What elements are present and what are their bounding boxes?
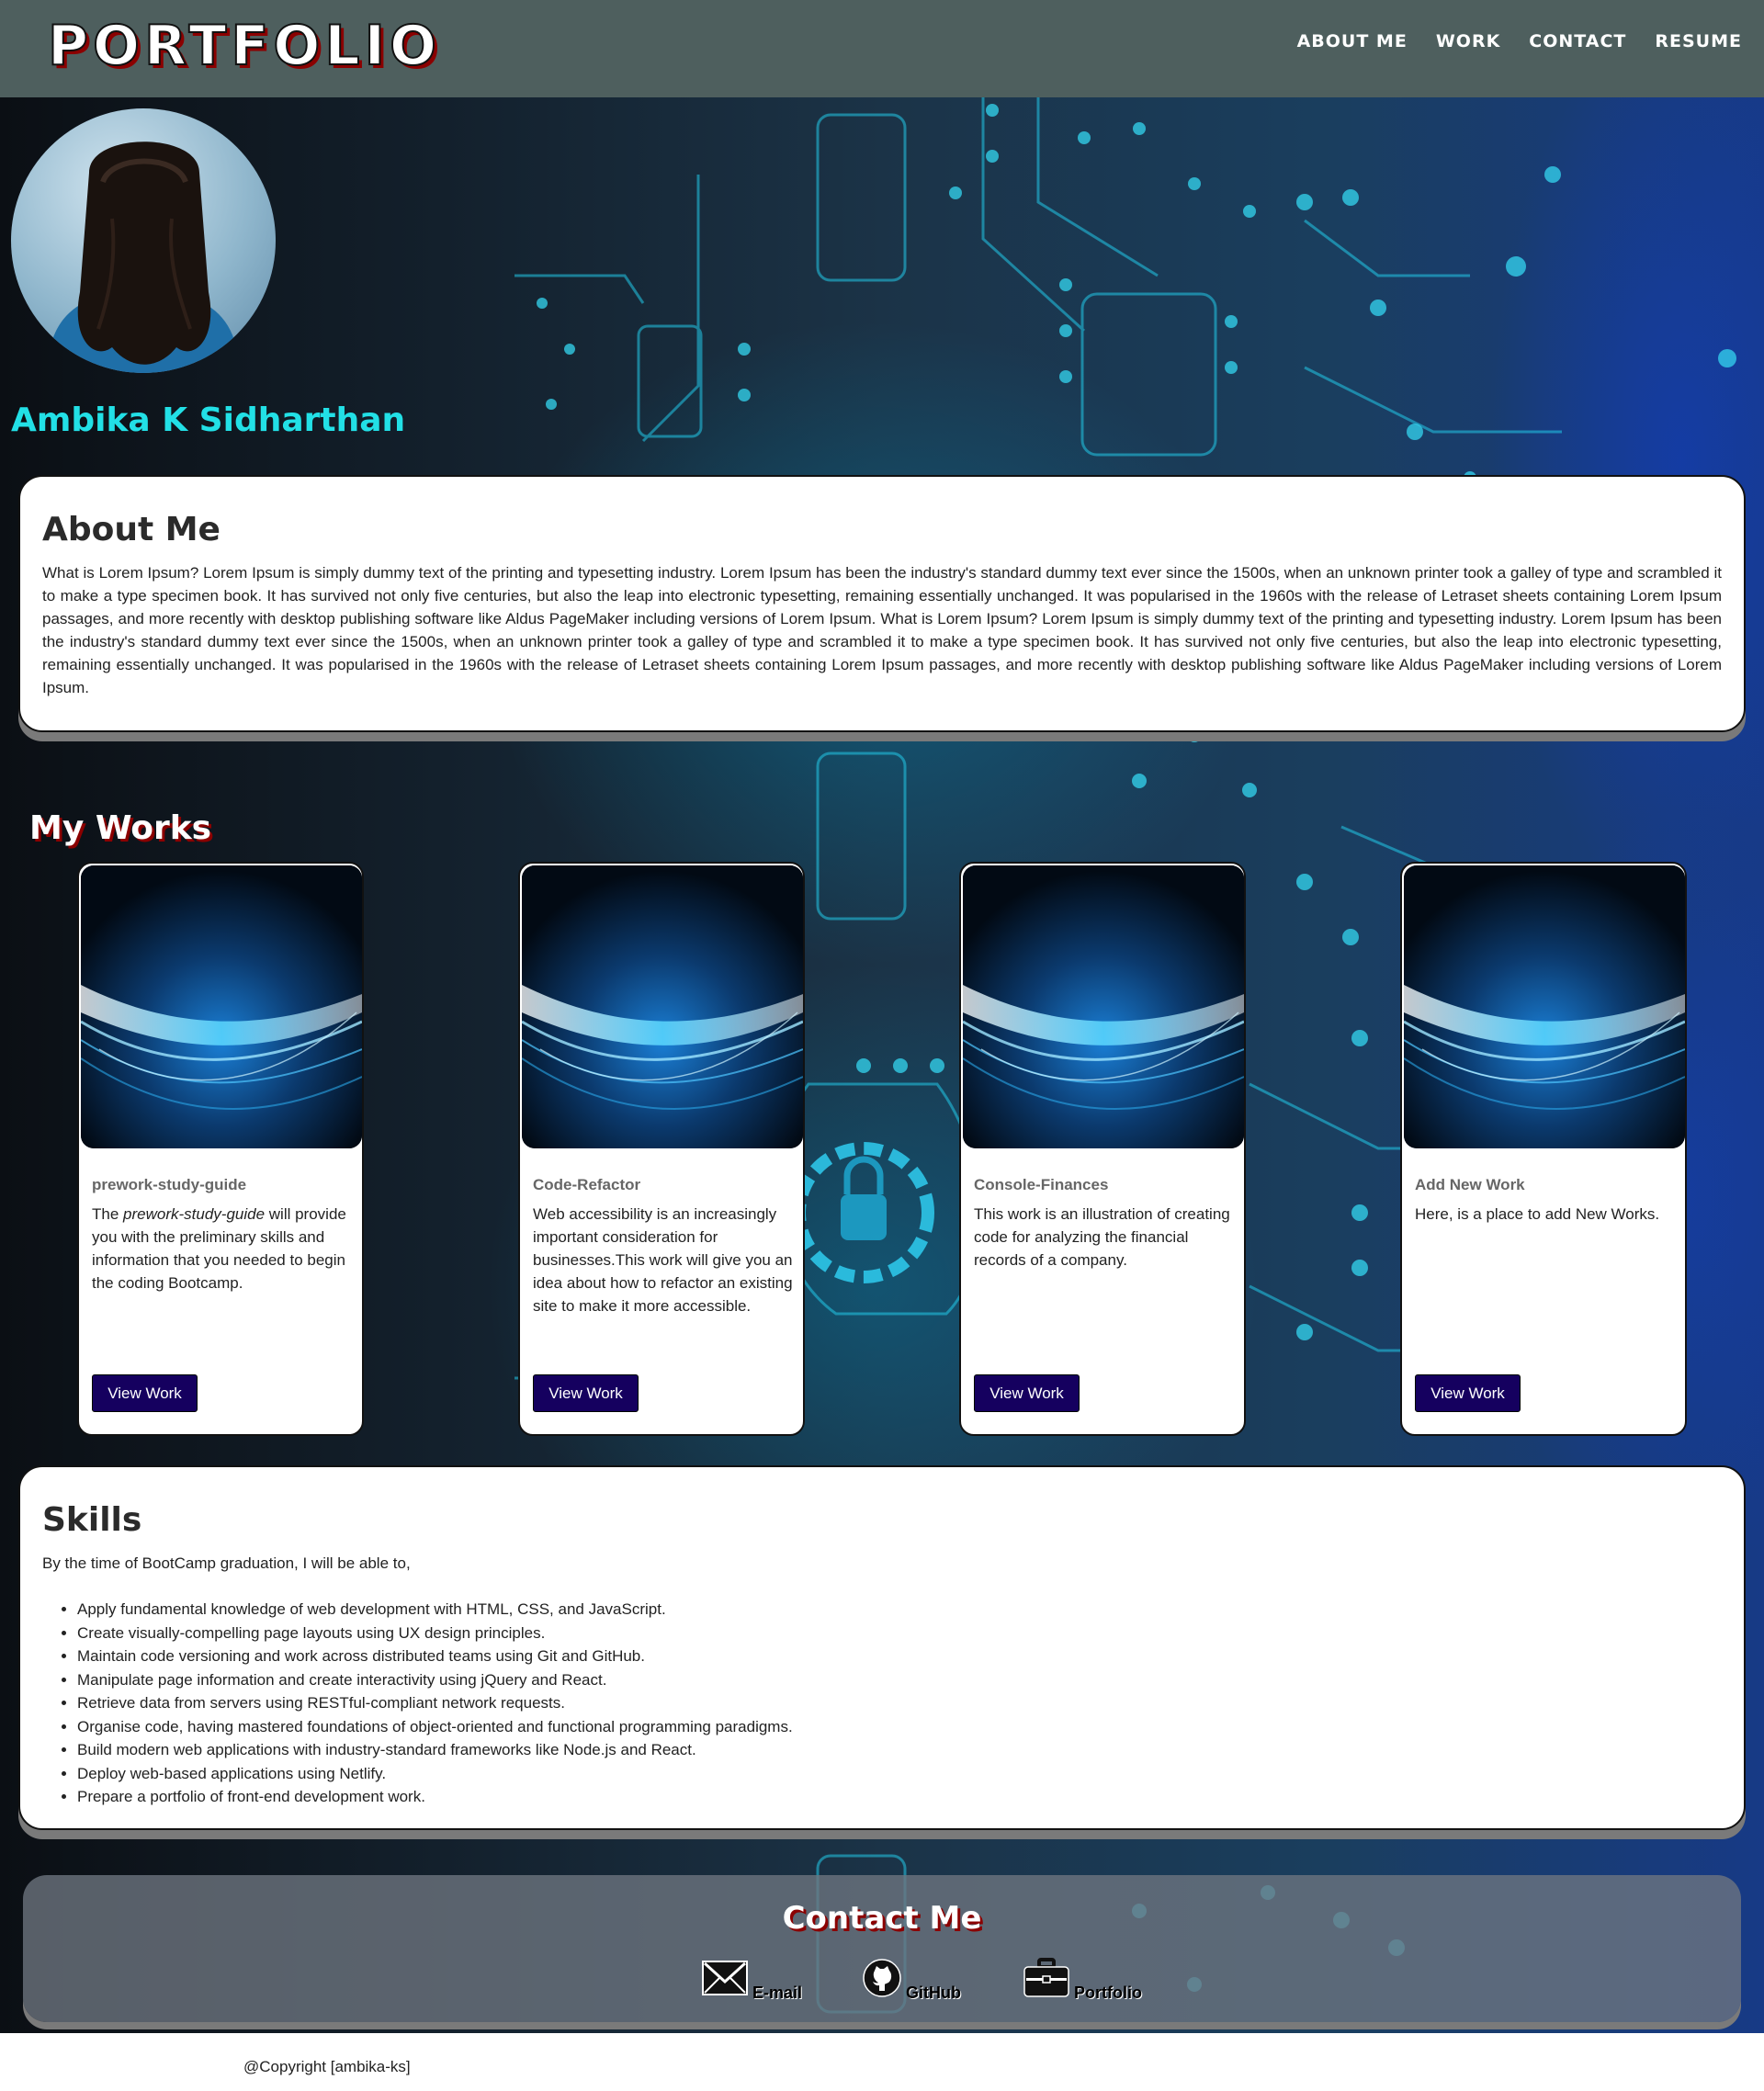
skill-item: Organise code, having mastered foundatio…: [77, 1715, 1722, 1739]
nav-resume[interactable]: RESUME: [1655, 31, 1742, 51]
work-thumbnail: [81, 865, 362, 1148]
contact-title: Contact Me: [782, 1900, 982, 1937]
skill-item: Apply fundamental knowledge of web devel…: [77, 1598, 1722, 1622]
nav-contact[interactable]: CONTACT: [1529, 31, 1626, 51]
skill-item: Create visually-compelling page layouts …: [77, 1622, 1722, 1645]
view-work-button[interactable]: View Work: [974, 1374, 1080, 1412]
email-label: E-mail: [752, 1984, 803, 2002]
email-link[interactable]: E-mail: [701, 1958, 802, 2003]
profile-photo: [48, 141, 239, 373]
portfolio-link[interactable]: Portfolio: [1023, 1958, 1142, 2003]
github-icon: [862, 1958, 902, 2003]
skills-section: Skills By the time of BootCamp graduatio…: [18, 1465, 1746, 1830]
about-title: About Me: [42, 511, 220, 548]
contact-section: Contact Me E-mail GitHub Portfolio: [23, 1875, 1741, 2022]
skills-list: Apply fundamental knowledge of web devel…: [42, 1598, 1722, 1809]
work-card: Console-Finances This work is an illustr…: [959, 862, 1246, 1436]
work-description: Here, is a place to add New Works.: [1415, 1205, 1660, 1223]
skill-item: Manipulate page information and create i…: [77, 1668, 1722, 1692]
about-text: What is Lorem Ipsum? Lorem Ipsum is simp…: [42, 564, 1722, 696]
envelope-icon: [701, 1958, 749, 2003]
work-title: Console-Finances: [974, 1176, 1109, 1193]
work-card: Code-Refactor Web accessibility is an in…: [518, 862, 805, 1436]
skill-item: Build modern web applications with indus…: [77, 1738, 1722, 1762]
hero-name: Ambika K Sidharthan: [11, 401, 406, 439]
github-link[interactable]: GitHub: [862, 1958, 961, 2003]
site-logo[interactable]: PORTFOLIO: [47, 17, 441, 74]
skill-item: Maintain code versioning and work across…: [77, 1645, 1722, 1668]
nav-work[interactable]: WORK: [1436, 31, 1500, 51]
works-title: My Works: [29, 809, 212, 847]
main-nav: ABOUT ME WORK CONTACT RESUME: [1297, 31, 1742, 51]
work-description: This work is an illustration of creating…: [974, 1205, 1230, 1269]
work-title: Code-Refactor: [533, 1176, 641, 1193]
footer-copyright: @Copyright [ambika-ks]: [243, 2058, 411, 2075]
view-work-button[interactable]: View Work: [92, 1374, 198, 1412]
portfolio-label: Portfolio: [1074, 1984, 1142, 2002]
about-section: About Me What is Lorem Ipsum? Lorem Ipsu…: [18, 475, 1746, 732]
nav-about-me[interactable]: ABOUT ME: [1297, 31, 1408, 51]
briefcase-icon: [1023, 1958, 1070, 2003]
work-description: Web accessibility is an increasingly imp…: [533, 1205, 793, 1315]
skill-item: Deploy web-based applications using Netl…: [77, 1762, 1722, 1786]
skill-item: Retrieve data from servers using RESTful…: [77, 1691, 1722, 1715]
work-thumbnail: [963, 865, 1244, 1148]
view-work-button[interactable]: View Work: [1415, 1374, 1521, 1412]
skills-intro: By the time of BootCamp graduation, I wi…: [42, 1554, 411, 1572]
work-description-em: prework-study-guide: [123, 1205, 266, 1223]
site-header: PORTFOLIO ABOUT ME WORK CONTACT RESUME: [0, 0, 1764, 97]
skills-title: Skills: [42, 1501, 142, 1539]
work-thumbnail: [522, 865, 803, 1148]
work-title: prework-study-guide: [92, 1176, 247, 1193]
github-label: GitHub: [906, 1984, 961, 2002]
work-card: Add New Work Here, is a place to add New…: [1400, 862, 1687, 1436]
work-title: Add New Work: [1415, 1176, 1525, 1193]
work-thumbnail: [1404, 865, 1685, 1148]
profile-avatar: [11, 108, 276, 373]
work-card: prework-study-guide The prework-study-gu…: [77, 862, 364, 1436]
skill-item: Prepare a portfolio of front-end develop…: [77, 1785, 1722, 1809]
work-description: The prework-study-guide will provide you…: [92, 1205, 346, 1292]
view-work-button[interactable]: View Work: [533, 1374, 639, 1412]
